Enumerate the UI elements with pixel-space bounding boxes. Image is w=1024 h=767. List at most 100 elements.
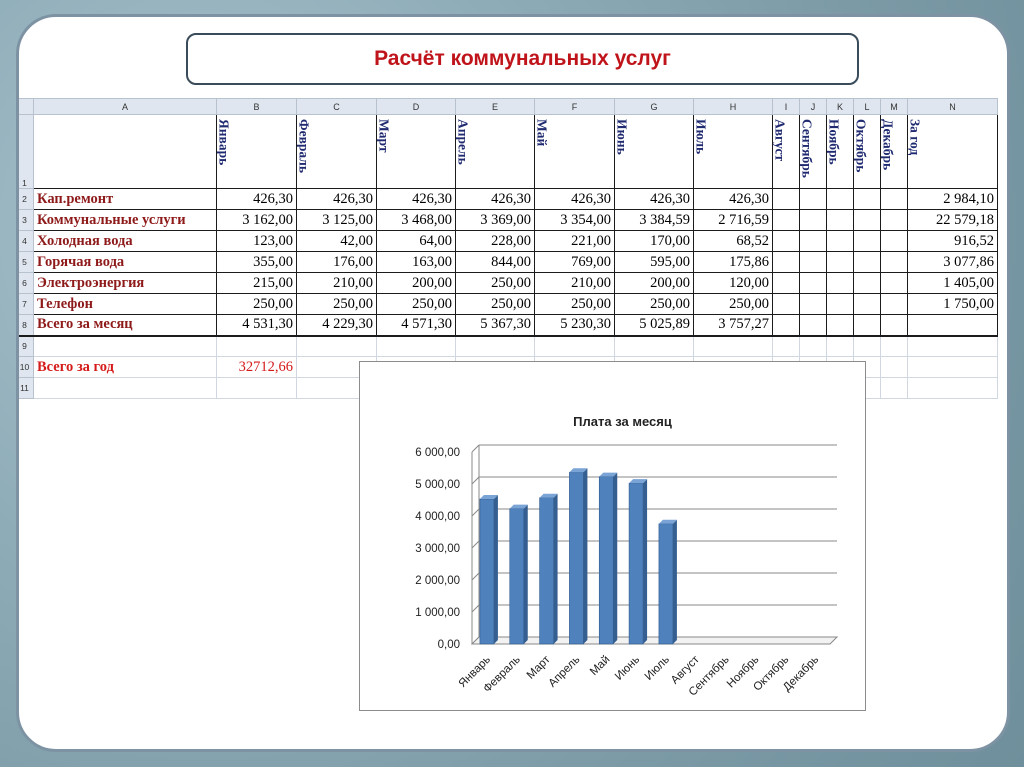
cell[interactable] [296,335,377,357]
row-label[interactable]: Кап.ремонт [33,188,217,210]
value-cell[interactable] [826,188,854,210]
year-total-cell[interactable]: 916,52 [907,230,998,252]
value-cell[interactable] [772,272,800,294]
value-cell[interactable]: 200,00 [376,272,456,294]
value-cell[interactable] [799,293,827,315]
value-cell[interactable] [799,272,827,294]
row-number[interactable]: 1 [19,114,34,189]
value-cell[interactable] [799,314,827,337]
value-cell[interactable]: 4 531,30 [216,314,297,337]
column-header[interactable]: N [907,98,998,115]
value-cell[interactable]: 5 025,89 [614,314,694,337]
value-cell[interactable]: 221,00 [534,230,615,252]
row-number[interactable]: 6 [19,272,34,294]
column-header[interactable]: D [376,98,456,115]
value-cell[interactable] [826,251,854,273]
value-cell[interactable]: 250,00 [455,272,535,294]
value-cell[interactable] [772,314,800,337]
value-cell[interactable]: 42,00 [296,230,377,252]
value-cell[interactable] [880,293,908,315]
row-label[interactable]: Всего за месяц [33,314,217,337]
value-cell[interactable] [853,209,881,231]
value-cell[interactable]: 3 384,59 [614,209,694,231]
cell[interactable] [907,356,998,378]
value-cell[interactable]: 769,00 [534,251,615,273]
cell[interactable] [455,335,535,357]
cell[interactable] [880,377,908,399]
cell[interactable] [216,377,297,399]
row-label[interactable]: Телефон [33,293,217,315]
month-header-cell[interactable]: Апрель [455,114,535,189]
cell[interactable] [907,377,998,399]
value-cell[interactable] [853,314,881,337]
year-total-value[interactable]: 32712,66 [216,356,297,378]
value-cell[interactable]: 210,00 [534,272,615,294]
value-cell[interactable] [853,230,881,252]
value-cell[interactable]: 4 571,30 [376,314,456,337]
row-label[interactable]: Холодная вода [33,230,217,252]
value-cell[interactable]: 5 367,30 [455,314,535,337]
value-cell[interactable] [826,293,854,315]
column-header[interactable]: L [853,98,881,115]
year-total-cell[interactable]: 3 077,86 [907,251,998,273]
value-cell[interactable]: 355,00 [216,251,297,273]
value-cell[interactable]: 426,30 [614,188,694,210]
cell[interactable] [33,335,217,357]
value-cell[interactable]: 250,00 [376,293,456,315]
value-cell[interactable]: 426,30 [534,188,615,210]
value-cell[interactable]: 250,00 [216,293,297,315]
value-cell[interactable] [799,188,827,210]
value-cell[interactable]: 426,30 [455,188,535,210]
value-cell[interactable]: 123,00 [216,230,297,252]
cell[interactable] [33,377,217,399]
row-number[interactable]: 5 [19,251,34,273]
value-cell[interactable]: 844,00 [455,251,535,273]
value-cell[interactable]: 3 369,00 [455,209,535,231]
value-cell[interactable]: 426,30 [376,188,456,210]
month-header-cell[interactable]: Май [534,114,615,189]
value-cell[interactable] [880,272,908,294]
year-total-label[interactable]: Всего за год [33,356,217,378]
cell[interactable] [772,335,800,357]
value-cell[interactable] [880,188,908,210]
year-header-cell[interactable]: За год [907,114,998,189]
cell[interactable] [907,335,998,357]
value-cell[interactable]: 250,00 [534,293,615,315]
value-cell[interactable]: 170,00 [614,230,694,252]
month-header-cell[interactable]: Июль [693,114,773,189]
value-cell[interactable]: 210,00 [296,272,377,294]
value-cell[interactable]: 250,00 [693,293,773,315]
value-cell[interactable]: 200,00 [614,272,694,294]
value-cell[interactable]: 4 229,30 [296,314,377,337]
value-cell[interactable]: 228,00 [455,230,535,252]
row-number[interactable]: 8 [19,314,34,337]
row-number[interactable]: 3 [19,209,34,231]
cell[interactable] [799,335,827,357]
value-cell[interactable] [880,314,908,337]
column-header[interactable]: K [826,98,854,115]
value-cell[interactable]: 3 162,00 [216,209,297,231]
value-cell[interactable]: 250,00 [296,293,377,315]
column-header[interactable]: C [296,98,377,115]
value-cell[interactable] [880,230,908,252]
month-header-cell[interactable]: Январь [216,114,297,189]
row-number[interactable]: 9 [19,335,34,357]
value-cell[interactable] [826,209,854,231]
value-cell[interactable] [799,209,827,231]
value-cell[interactable] [772,209,800,231]
row-number[interactable]: 4 [19,230,34,252]
cell[interactable] [376,335,456,357]
cell[interactable] [880,356,908,378]
value-cell[interactable]: 250,00 [614,293,694,315]
month-header-cell[interactable]: Август [772,114,800,189]
cell[interactable] [33,114,217,189]
column-header[interactable]: F [534,98,615,115]
year-total-cell[interactable]: 2 984,10 [907,188,998,210]
column-header[interactable]: B [216,98,297,115]
column-header[interactable]: H [693,98,773,115]
value-cell[interactable]: 64,00 [376,230,456,252]
value-cell[interactable]: 3 757,27 [693,314,773,337]
month-header-cell[interactable]: Март [376,114,456,189]
value-cell[interactable] [826,314,854,337]
value-cell[interactable]: 3 125,00 [296,209,377,231]
